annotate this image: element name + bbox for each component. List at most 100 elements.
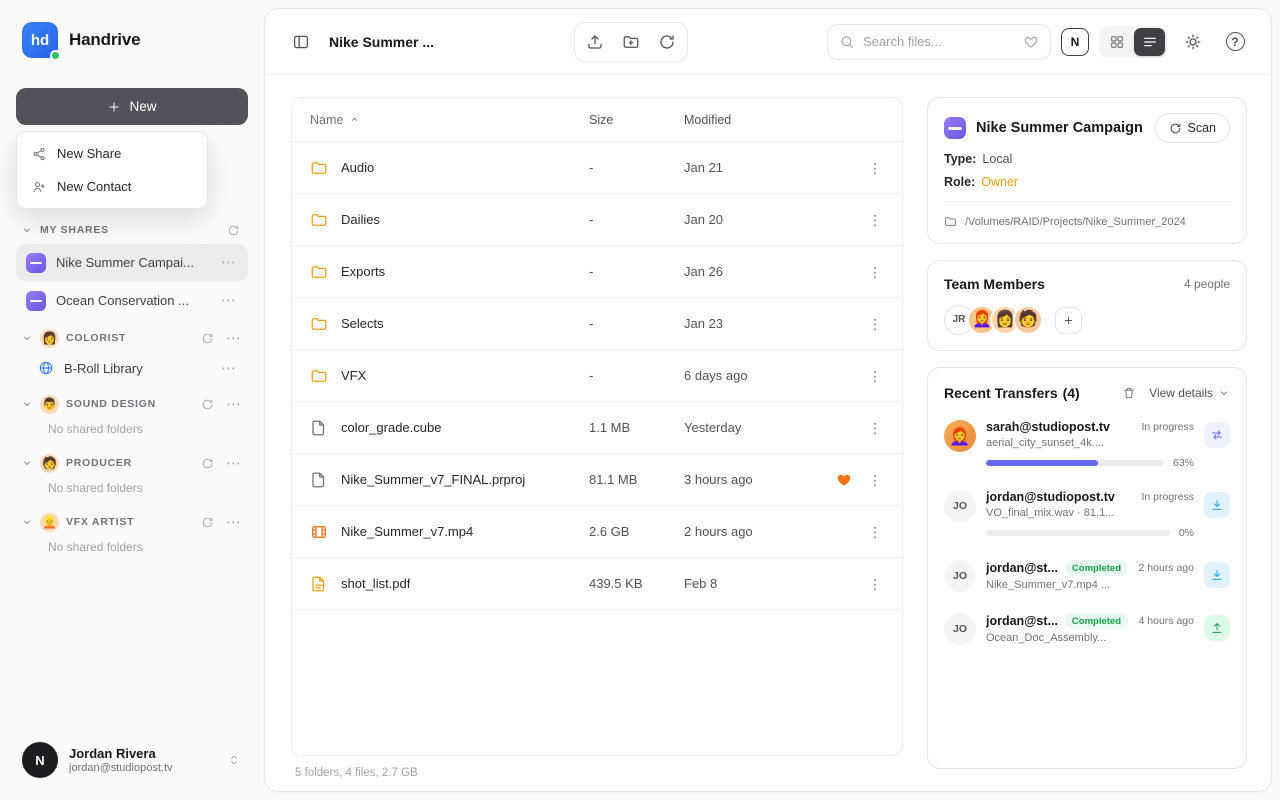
- column-header-size[interactable]: Size: [589, 113, 684, 127]
- favorite-heart-icon[interactable]: [836, 472, 852, 488]
- contact-avatar: 🧑: [40, 454, 59, 473]
- contact-section-label: SOUND DESIGN: [66, 398, 156, 410]
- sidebar-nav: MY SHARES Nike Summer Campai... ⋯ Ocean …: [16, 211, 248, 734]
- download-button[interactable]: [1204, 492, 1230, 518]
- theme-toggle-button[interactable]: [1177, 26, 1209, 58]
- contact-section-sound-design[interactable]: 👨 SOUND DESIGN ⋯: [16, 391, 248, 417]
- file-name: shot_list.pdf: [341, 576, 410, 591]
- delete-transfers-button[interactable]: [1119, 383, 1139, 403]
- file-size: -: [589, 316, 684, 331]
- transfer-filename: Nike_Summer_v7.mp4 ...: [986, 579, 1194, 591]
- my-shares-header[interactable]: MY SHARES: [16, 217, 248, 243]
- share-menu-button[interactable]: ⋯: [219, 361, 238, 376]
- favorites-filter-icon[interactable]: [1023, 34, 1039, 50]
- sidebar-item-ocean-conservation[interactable]: Ocean Conservation ... ⋯: [16, 282, 248, 319]
- sync-contact-button[interactable]: [197, 328, 217, 348]
- share-drive-icon: [944, 117, 966, 139]
- menu-item-new-share[interactable]: New Share: [22, 137, 202, 170]
- help-icon: ?: [1226, 32, 1245, 51]
- new-folder-button[interactable]: [615, 26, 647, 58]
- share-menu-button[interactable]: ⋯: [219, 255, 238, 270]
- row-menu-button[interactable]: ⋮: [866, 263, 884, 281]
- account-switcher-button[interactable]: [224, 750, 244, 770]
- view-details-button[interactable]: View details: [1149, 386, 1230, 400]
- contact-section-label: PRODUCER: [66, 457, 132, 469]
- transfer-item[interactable]: 👩‍🦰 sarah@studiopost.tv In progress aeri…: [944, 409, 1230, 479]
- contact-menu-button[interactable]: ⋯: [224, 515, 243, 530]
- refresh-icon: [1169, 122, 1182, 135]
- workspace-button[interactable]: N: [1061, 28, 1089, 56]
- table-row[interactable]: Exports - Jan 26 ⋮: [292, 246, 902, 298]
- refresh-shares-button[interactable]: [223, 220, 243, 240]
- download-button[interactable]: [1204, 562, 1230, 588]
- column-header-name[interactable]: Name: [292, 113, 589, 127]
- row-menu-button[interactable]: ⋮: [866, 367, 884, 385]
- grid-icon: [1109, 34, 1125, 50]
- sync-contact-button[interactable]: [197, 453, 217, 473]
- grid-view-button[interactable]: [1101, 28, 1132, 56]
- table-row[interactable]: VFX - 6 days ago ⋮: [292, 350, 902, 402]
- table-row[interactable]: Audio - Jan 21 ⋮: [292, 142, 902, 194]
- pdf-file-icon: [310, 575, 328, 593]
- table-row[interactable]: Dailies - Jan 20 ⋮: [292, 194, 902, 246]
- sidebar-item-broll-library[interactable]: B-Roll Library ⋯: [16, 351, 248, 385]
- search-input[interactable]: [863, 34, 1015, 49]
- contact-section-colorist[interactable]: 👩 COLORIST ⋯: [16, 325, 248, 351]
- transfers-title: Recent Transfers: [944, 385, 1058, 401]
- row-menu-button[interactable]: ⋮: [866, 419, 884, 437]
- sync-contact-button[interactable]: [197, 394, 217, 414]
- file-name: Dailies: [341, 212, 380, 227]
- refresh-button[interactable]: [651, 26, 683, 58]
- transfer-sync-button[interactable]: [1204, 422, 1230, 448]
- user-menu[interactable]: N Jordan Rivera jordan@studiopost.tv: [16, 734, 248, 784]
- table-row[interactable]: shot_list.pdf 439.5 KB Feb 8 ⋮: [292, 558, 902, 610]
- upload-button[interactable]: [579, 26, 611, 58]
- member-avatar[interactable]: 🧑: [1013, 305, 1043, 335]
- transfer-item[interactable]: JO jordan@studiopost.tv In progress VO_f…: [944, 479, 1230, 549]
- row-menu-button[interactable]: ⋮: [866, 159, 884, 177]
- file-icon: [310, 471, 328, 489]
- sidebar-toggle-button[interactable]: [285, 26, 317, 58]
- contact-section-vfx-artist[interactable]: 👱 VFX ARTIST ⋯: [16, 509, 248, 535]
- table-row[interactable]: color_grade.cube 1.1 MB Yesterday ⋮: [292, 402, 902, 454]
- help-button[interactable]: ?: [1219, 26, 1251, 58]
- row-menu-button[interactable]: ⋮: [866, 471, 884, 489]
- transfer-item[interactable]: JO jordan@st... Completed 2 hours ago Ni…: [944, 549, 1230, 602]
- contact-menu-button[interactable]: ⋯: [224, 331, 243, 346]
- recent-transfers-card: Recent Transfers (4) View details 👩‍🦰: [927, 367, 1247, 769]
- file-name: color_grade.cube: [341, 420, 441, 435]
- transfer-item[interactable]: JO jordan@st... Completed 4 hours ago Oc…: [944, 602, 1230, 655]
- row-menu-button[interactable]: ⋮: [866, 575, 884, 593]
- add-member-button[interactable]: +: [1055, 307, 1082, 334]
- row-menu-button[interactable]: ⋮: [866, 523, 884, 541]
- chevron-down-icon: [21, 516, 33, 528]
- file-modified: 2 hours ago: [684, 524, 814, 539]
- new-button[interactable]: New: [16, 88, 248, 125]
- sidebar-item-nike-summer[interactable]: Nike Summer Campai... ⋯: [16, 244, 248, 281]
- chevron-down-icon: [1218, 387, 1230, 399]
- contact-section-producer[interactable]: 🧑 PRODUCER ⋯: [16, 450, 248, 476]
- table-row[interactable]: Nike_Summer_v7.mp4 2.6 GB 2 hours ago ⋮: [292, 506, 902, 558]
- menu-item-label: New Share: [57, 146, 121, 161]
- table-row[interactable]: Nike_Summer_v7_FINAL.prproj 81.1 MB 3 ho…: [292, 454, 902, 506]
- team-count: 4 people: [1184, 277, 1230, 291]
- panel-left-icon: [292, 33, 310, 51]
- file-modified: Jan 23: [684, 316, 814, 331]
- upload-button[interactable]: [1204, 615, 1230, 641]
- contact-menu-button[interactable]: ⋯: [224, 456, 243, 471]
- file-size: -: [589, 368, 684, 383]
- row-menu-button[interactable]: ⋮: [866, 211, 884, 229]
- contact-menu-button[interactable]: ⋯: [224, 397, 243, 412]
- file-size: 2.6 GB: [589, 524, 684, 539]
- transfer-email: jordan@st...: [986, 614, 1058, 628]
- share-menu-button[interactable]: ⋯: [219, 293, 238, 308]
- scan-button[interactable]: Scan: [1155, 113, 1231, 143]
- transfer-time: 4 hours ago: [1139, 615, 1194, 627]
- menu-item-new-contact[interactable]: New Contact: [22, 170, 202, 203]
- row-menu-button[interactable]: ⋮: [866, 315, 884, 333]
- sync-contact-button[interactable]: [197, 512, 217, 532]
- list-view-button[interactable]: [1134, 28, 1165, 56]
- column-header-modified[interactable]: Modified: [684, 113, 814, 127]
- folder-icon: [310, 263, 328, 281]
- table-row[interactable]: Selects - Jan 23 ⋮: [292, 298, 902, 350]
